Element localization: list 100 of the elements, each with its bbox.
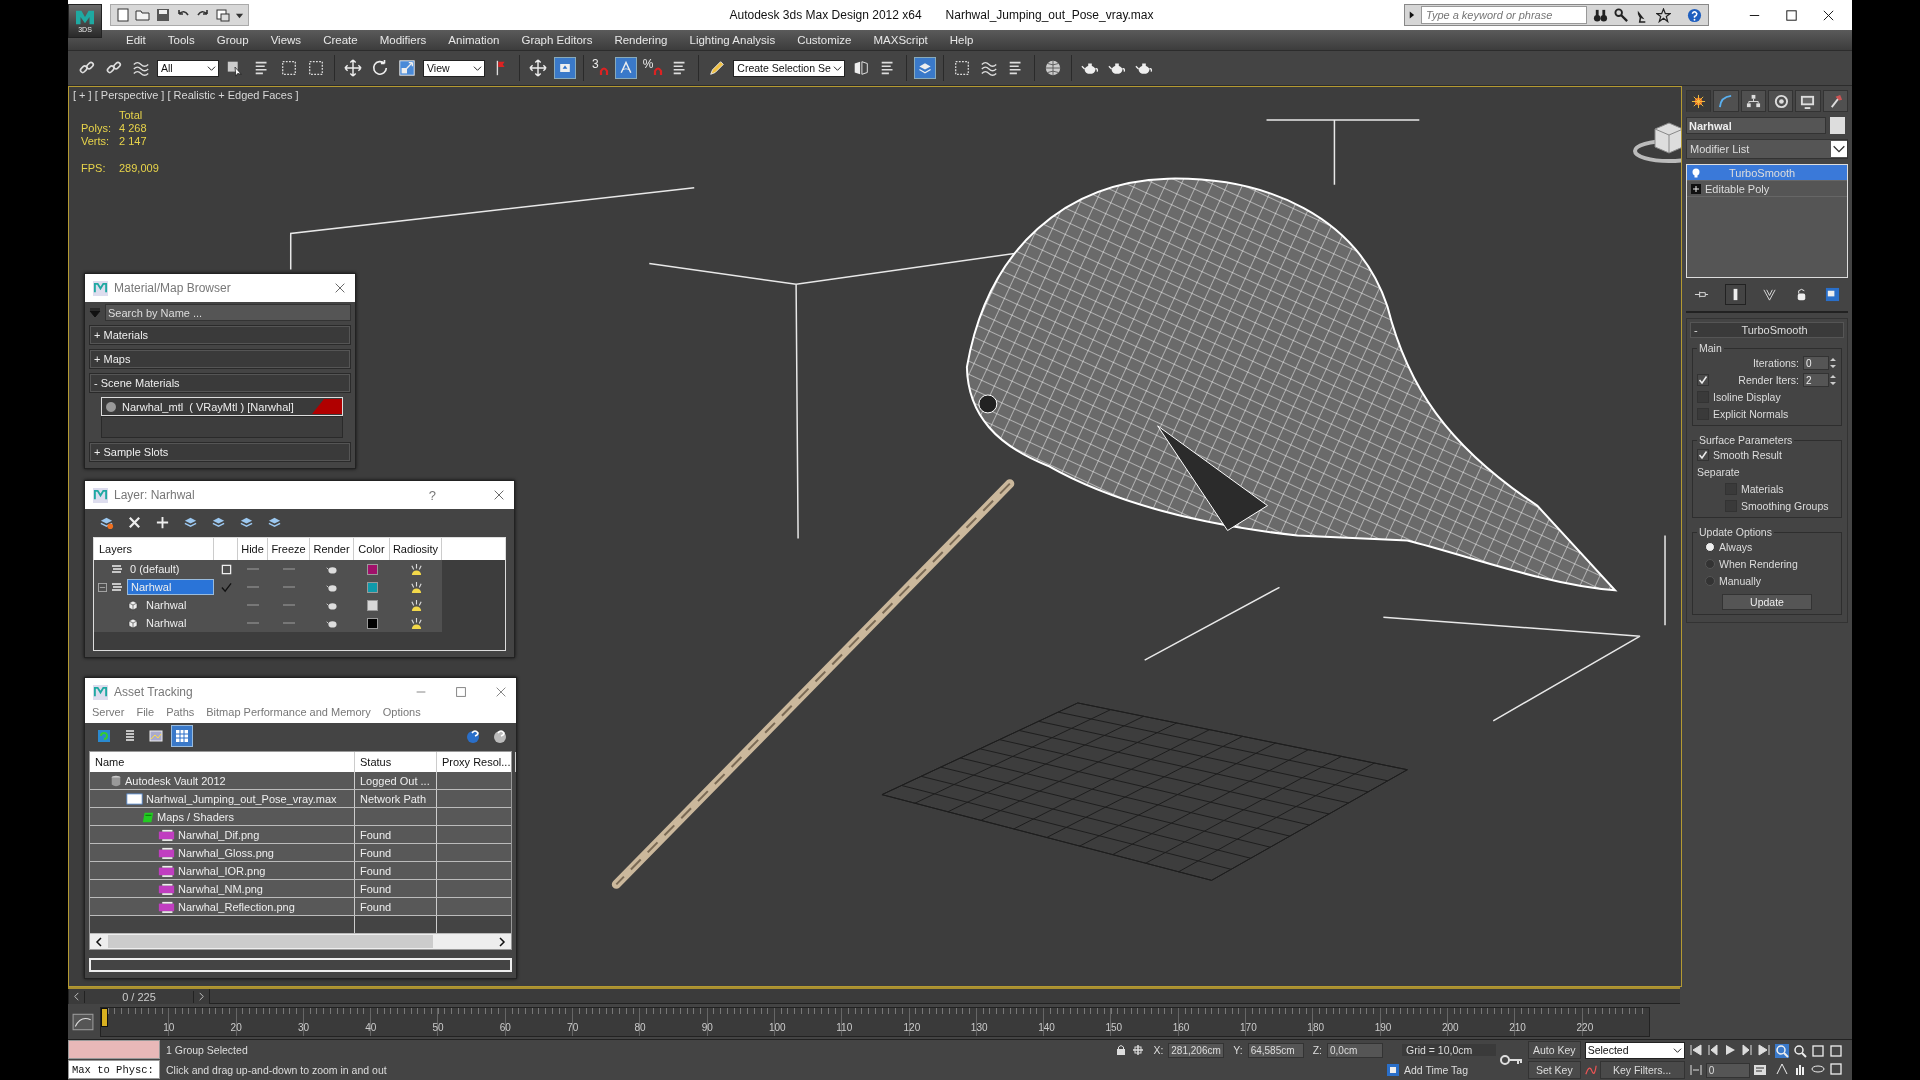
move-arrows-icon[interactable] [342, 57, 364, 79]
previous-frame-icon[interactable] [72, 992, 81, 1001]
delete-icon[interactable] [127, 514, 142, 530]
menu-item[interactable]: Rendering [604, 34, 678, 46]
next-frame-icon[interactable] [197, 992, 206, 1001]
collapse-sign[interactable]: - [1691, 324, 1706, 336]
time-tag-icon[interactable] [1387, 1064, 1399, 1076]
menu-item[interactable]: Create [313, 34, 368, 46]
script-listener-field[interactable] [68, 1040, 160, 1059]
search-field[interactable]: Search by Name ... [105, 304, 351, 321]
monitor-tab[interactable] [1795, 90, 1821, 112]
light-bulb-icon[interactable] [1691, 167, 1701, 178]
hierarchy-tab[interactable] [1740, 90, 1766, 112]
layers-icon[interactable] [914, 57, 937, 79]
asset-name[interactable]: Narwhal_Reflection.png [178, 900, 295, 913]
teapot-icon[interactable] [325, 600, 339, 610]
teapot-icon[interactable] [325, 582, 339, 592]
time-slider-thumb[interactable]: 0 / 225 [68, 989, 210, 1004]
object-name-field[interactable]: Narhwal [1686, 117, 1826, 134]
group-header[interactable]: + Materials [89, 325, 351, 345]
expand-plus-icon[interactable] [1691, 183, 1701, 194]
time-configuration-icon[interactable] [1752, 1064, 1767, 1076]
teapot-icon[interactable] [325, 618, 339, 628]
manipulate-icon[interactable] [527, 57, 549, 79]
layer-name[interactable]: Narhwal [143, 598, 214, 612]
scroll-left-icon[interactable] [94, 936, 104, 947]
menu-item[interactable]: Server [92, 706, 125, 718]
number-field[interactable]: 2 [1803, 373, 1829, 387]
asset-name[interactable]: Narwhal_Gloss.png [178, 846, 274, 859]
material-item[interactable]: Narwhal_mtl ( VRayMtl ) [Narwhal] [101, 397, 343, 416]
color-swatch[interactable] [366, 563, 378, 575]
group-header[interactable]: - Scene Materials [89, 373, 351, 393]
dropdown[interactable]: View [423, 59, 485, 77]
group-header[interactable]: + Maps [89, 349, 351, 369]
asset-name[interactable]: Narwhal_Dif.png [178, 828, 260, 841]
coordinate-field[interactable]: 281,206cm [1168, 1042, 1225, 1058]
update-button[interactable]: Update [1722, 594, 1812, 610]
menu-item[interactable]: Bitmap Performance and Memory [206, 706, 371, 718]
asset-name[interactable]: Narwhal_NM.png [178, 882, 263, 895]
menu-item[interactable]: Paths [166, 706, 195, 718]
frame-marker[interactable] [101, 1007, 108, 1027]
asset-name[interactable]: Narwhal_IOR.png [178, 864, 266, 877]
dropdown[interactable]: Create Selection Se [733, 59, 846, 77]
empty-box-icon[interactable] [220, 563, 232, 575]
maximize-icon[interactable] [1784, 7, 1799, 23]
zoom-icon[interactable] [1774, 1044, 1789, 1058]
help-icon[interactable] [466, 728, 482, 744]
object-color-swatch[interactable] [1830, 117, 1845, 134]
orbit-icon[interactable] [1810, 1062, 1825, 1076]
checkbox-label[interactable]: Materials [1741, 483, 1784, 495]
script-listener-label[interactable]: Max to Physc: [68, 1060, 160, 1079]
zoom-all-icon[interactable] [1792, 1044, 1807, 1058]
modifier-list-dropdown[interactable]: Modifier List [1686, 139, 1848, 159]
search-field[interactable]: Type a keyword or phrase [1421, 6, 1587, 24]
menu-item[interactable]: Graph Editors [511, 34, 603, 46]
go-to-end-icon[interactable] [1756, 1044, 1771, 1056]
help-icon[interactable] [1687, 7, 1702, 23]
auto-key-button[interactable]: Auto Key [1528, 1041, 1581, 1059]
lock-icon[interactable] [1115, 1044, 1128, 1056]
dropdown[interactable]: All [157, 59, 219, 77]
key-filters-button[interactable]: Key Filters... [1599, 1060, 1685, 1079]
transform-mode-icon[interactable] [1132, 1044, 1145, 1056]
menu-item[interactable]: Edit [116, 34, 156, 46]
menu-item[interactable]: Animation [438, 34, 510, 46]
radio-button[interactable] [1705, 559, 1715, 569]
binoculars-icon[interactable] [1593, 7, 1608, 23]
radiosity-lamp-icon[interactable] [408, 598, 424, 612]
add-time-tag-button[interactable]: Add Time Tag [1404, 1064, 1494, 1076]
menu-item[interactable]: Views [260, 34, 312, 46]
menu-item[interactable]: Options [382, 706, 421, 718]
menu-item[interactable]: Customize [787, 34, 862, 46]
scroll-right-icon[interactable] [497, 936, 507, 947]
radio-label[interactable]: When Rendering [1719, 558, 1798, 570]
teapot-icon[interactable] [325, 564, 339, 574]
radiosity-lamp-icon[interactable] [408, 616, 424, 630]
mini-curve-editor-icon[interactable] [72, 1012, 94, 1031]
menu-item[interactable]: File [136, 706, 155, 718]
save-icon[interactable] [155, 7, 171, 23]
open-folder-icon[interactable] [135, 7, 151, 23]
curve-icon[interactable] [1584, 1063, 1597, 1076]
checkbox-label[interactable]: Explicit Normals [1713, 408, 1789, 420]
go-to-start-icon[interactable] [1688, 1044, 1703, 1056]
circles-tab[interactable] [1768, 90, 1794, 112]
spinner-arrows-icon[interactable] [1829, 356, 1837, 370]
snap-button[interactable]: 3 [591, 57, 610, 79]
asset-name[interactable]: Narhwal_Jumping_out_Pose_vray.max [146, 792, 337, 805]
checkbox-label[interactable]: Smooth Result [1713, 449, 1782, 461]
viewport-label[interactable]: [ + ] [ Perspective ] [ Realistic + Edged Faces ] [73, 89, 299, 101]
color-swatch[interactable] [366, 599, 378, 611]
checkmark-icon[interactable] [220, 581, 232, 593]
color-swatch[interactable] [366, 581, 378, 593]
checkbox[interactable] [1697, 374, 1709, 386]
time-slider-track[interactable]: 0 / 225 [68, 987, 1680, 1004]
coordinate-field[interactable]: 0,0cm [1327, 1042, 1383, 1058]
asset-name[interactable]: Maps / Shaders [157, 810, 235, 823]
hammer-tab[interactable] [1822, 90, 1848, 112]
timeline-ruler[interactable]: 10 20 30 40 50 60 70 80 90 100 110 120 130 140 150 160 170 180 190 200 210 220 [100, 1006, 1650, 1037]
sun-tab[interactable] [1686, 90, 1712, 112]
path-field[interactable] [89, 958, 512, 972]
checkbox-label[interactable]: Isoline Display [1713, 391, 1781, 403]
